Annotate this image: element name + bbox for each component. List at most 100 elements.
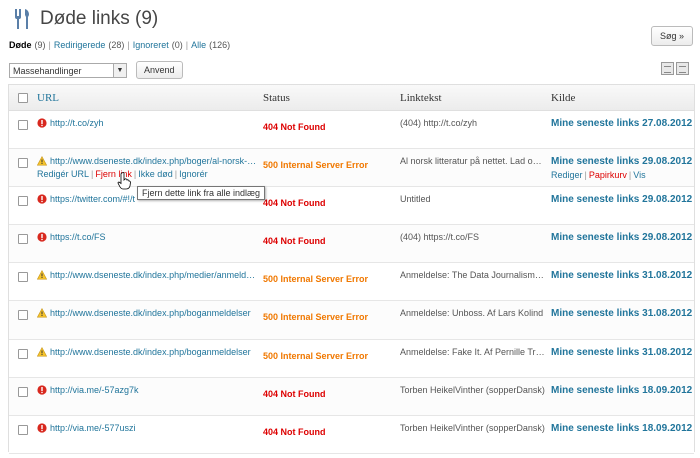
status-badge[interactable]: 500 Internal Server Error [263, 351, 400, 361]
links-table: URL Status Linktekst Kilde http://t.co/z… [8, 84, 695, 454]
link-url[interactable]: http://t.co/zyh [50, 118, 104, 128]
row-checkbox[interactable] [18, 196, 28, 207]
bulk-actions-select[interactable]: Massehandlinger ▼ [9, 62, 127, 78]
view-toggle [661, 62, 689, 75]
filter-count: (28) [108, 40, 125, 50]
row-checkbox[interactable] [18, 386, 28, 397]
link-text: Torben HeikelVinther (sopperDansk) [400, 422, 545, 433]
source-post-link[interactable]: Mine seneste links 18.09.2012 [551, 423, 694, 434]
table-row: http://via.me/-577uszi 404 Not Found Tor… [9, 415, 694, 454]
row-checkbox[interactable] [18, 424, 28, 435]
table-row: https://twitter.com/#!/t 404 Not Found U… [9, 187, 694, 226]
link-url[interactable]: http://www.dseneste.dk/index.php/boger/a… [50, 156, 258, 166]
filter-separator: | [185, 40, 189, 50]
status-badge[interactable]: 500 Internal Server Error [263, 274, 400, 284]
filter-0[interactable]: Døde [9, 40, 32, 50]
source-view-link[interactable]: Vis [633, 170, 645, 180]
link-url[interactable]: https://t.co/FS [50, 232, 106, 242]
filter-count: (9) [34, 40, 46, 50]
source-post-link[interactable]: Mine seneste links 29.08.2012 [551, 194, 694, 205]
status-badge[interactable]: 500 Internal Server Error [263, 312, 400, 322]
table-header: URL Status Linktekst Kilde [9, 85, 694, 111]
filter-count: (126) [209, 40, 231, 50]
table-row: http://t.co/zyh 404 Not Found (404) http… [9, 111, 694, 150]
page-title: Døde links (9) [40, 8, 159, 29]
link-text: Torben HeikelVinther (sopperDansk) [400, 384, 545, 395]
row-checkbox[interactable] [18, 272, 28, 283]
link-text: (404) https://t.co/FS [400, 232, 480, 243]
select-all-checkbox[interactable] [18, 92, 28, 103]
source-post-link[interactable]: Mine seneste links 31.08.2012 [551, 270, 694, 281]
search-button[interactable]: Søg » [650, 26, 693, 46]
link-url[interactable]: http://www.dseneste.dk/index.php/boganme… [50, 308, 251, 318]
column-status: Status [263, 91, 290, 104]
link-text: Anmeldelse: Fake It. Af Pernille Tranber… [400, 346, 545, 357]
filter-separator: | [127, 40, 130, 50]
ignore-link[interactable]: Ignorér [179, 169, 208, 179]
edit-url-link[interactable]: Redigér URL [37, 169, 89, 179]
status-badge[interactable]: 500 Internal Server Error [263, 160, 400, 170]
link-url[interactable]: http://via.me/-577uszi [50, 423, 136, 433]
warning-icon [37, 270, 47, 280]
row-checkbox[interactable] [18, 348, 28, 359]
row-checkbox[interactable] [18, 310, 28, 321]
table-row: http://www.dseneste.dk/index.php/boger/a… [9, 149, 694, 188]
filter-1[interactable]: Redirigerede [54, 40, 106, 50]
source-post-link[interactable]: Mine seneste links 29.08.2012 [551, 156, 694, 167]
column-link-text: Linktekst [400, 91, 442, 104]
status-badge[interactable]: 404 Not Found [263, 389, 400, 399]
tooltip: Fjern dette link fra alle indlæg [137, 186, 266, 200]
warning-icon [37, 308, 47, 318]
table-body: http://t.co/zyh 404 Not Found (404) http… [9, 111, 694, 454]
link-text: Anmeldelse: Unboss. Af Lars Kolind [400, 308, 544, 319]
source-post-link[interactable]: Mine seneste links 31.08.2012 [551, 347, 694, 358]
source-actions: Rediger | Papirkurv | Vis [551, 170, 646, 181]
source-trash-link[interactable]: Papirkurv [589, 170, 627, 180]
filter-links: Døde (9) | Redirigerede (28) | Ignoreret (0) | Al… [9, 40, 230, 50]
link-text: (404) http://t.co/zyh [400, 118, 478, 128]
status-badge[interactable]: 404 Not Found [263, 198, 400, 208]
page-header: Døde links (9) [10, 4, 158, 34]
table-row: https://t.co/FS 404 Not Found (404) http… [9, 225, 694, 264]
warning-icon [37, 156, 47, 166]
table-row: http://via.me/-57azg7k 404 Not Found Tor… [9, 377, 694, 416]
row-checkbox[interactable] [18, 158, 28, 169]
error-icon [37, 232, 47, 242]
list-view-icon[interactable] [676, 62, 689, 75]
row-checkbox[interactable] [18, 120, 28, 130]
bulk-select-value: Massehandlinger [13, 65, 82, 76]
tools-icon [15, 9, 29, 29]
status-badge[interactable]: 404 Not Found [263, 236, 400, 246]
filter-2[interactable]: Ignoreret [133, 40, 169, 50]
column-url[interactable]: URL [37, 92, 263, 104]
filter-count: (0) [171, 40, 183, 50]
bulk-actions: Massehandlinger ▼ Anvend [9, 61, 183, 79]
column-source: Kilde [551, 91, 576, 104]
table-row: http://www.dseneste.dk/index.php/boganme… [9, 339, 694, 378]
row-actions: Redigér URL | Fjern link | Ikke død | Ignorér [37, 169, 208, 180]
source-post-link[interactable]: Mine seneste links 31.08.2012 [551, 308, 694, 319]
source-edit-link[interactable]: Rediger [551, 170, 583, 180]
apply-button[interactable]: Anvend [136, 61, 183, 79]
table-row: http://www.dseneste.dk/index.php/medier/… [9, 263, 694, 302]
table-row: http://www.dseneste.dk/index.php/boganme… [9, 301, 694, 340]
error-icon [37, 423, 47, 433]
link-text: Al norsk litteratur på nettet. Lad os bl… [400, 156, 545, 167]
not-broken-link[interactable]: Ikke død [138, 169, 173, 179]
link-url[interactable]: http://www.dseneste.dk/index.php/boganme… [50, 347, 251, 357]
link-url[interactable]: http://via.me/-57azg7k [50, 385, 139, 395]
filter-3[interactable]: Alle [191, 40, 206, 50]
error-icon [37, 118, 47, 128]
status-badge[interactable]: 404 Not Found [263, 122, 400, 132]
compact-view-icon[interactable] [661, 62, 674, 75]
status-badge[interactable]: 404 Not Found [263, 427, 400, 437]
link-text: Untitled [400, 194, 431, 205]
link-url[interactable]: https://twitter.com/#!/t [50, 194, 135, 204]
source-post-link[interactable]: Mine seneste links 29.08.2012 [551, 232, 694, 243]
hand-cursor-icon [117, 172, 131, 190]
source-post-link[interactable]: Mine seneste links 18.09.2012 [551, 385, 694, 396]
link-url[interactable]: http://www.dseneste.dk/index.php/medier/… [50, 270, 258, 280]
row-checkbox[interactable] [18, 234, 28, 245]
link-text: Anmeldelse: The Data Journalism Handbook [400, 270, 545, 281]
source-post-link[interactable]: Mine seneste links 27.08.2012 [551, 118, 694, 129]
